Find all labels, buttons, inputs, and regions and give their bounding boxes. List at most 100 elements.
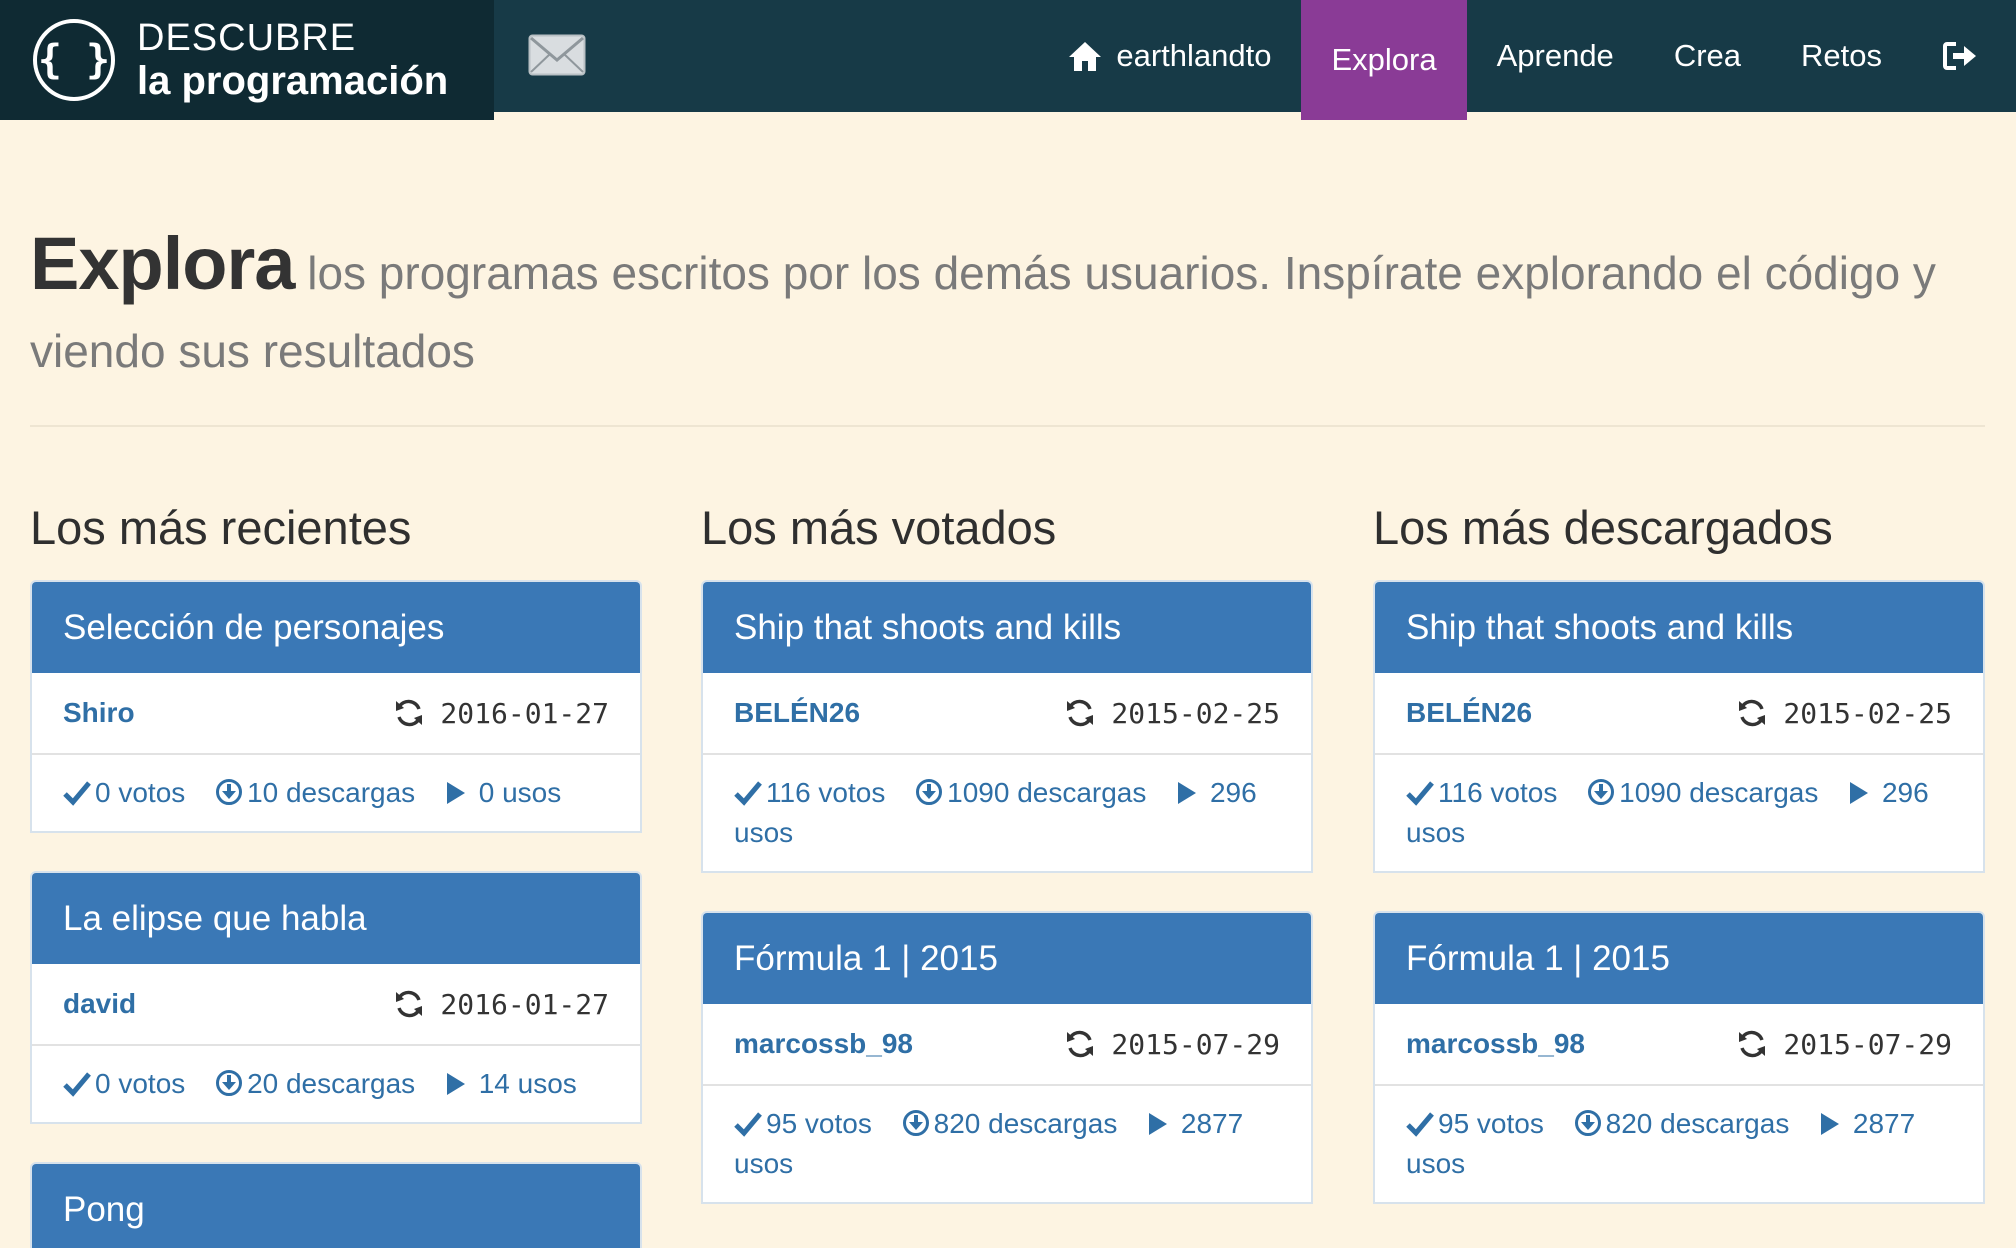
check-icon (1406, 781, 1434, 806)
column-1: Los más votados Ship that shoots and kill… (701, 500, 1313, 1242)
card-meta: BELÉN26 2015-02-25 (1375, 673, 1983, 755)
date-text: 2016-01-27 (440, 696, 609, 730)
check-icon (63, 781, 91, 806)
card-stats: 116 votos 1090 descargas 296 usos (703, 755, 1311, 871)
author-link[interactable]: Shiro (63, 697, 135, 729)
uses-stat: 0 usos (445, 777, 561, 808)
votes-stat: 116 votos (734, 777, 885, 808)
program-card: Ship that shoots and kills BELÉN26 2015-02… (701, 580, 1313, 873)
refresh-icon (1067, 1030, 1094, 1058)
check-icon (734, 1112, 762, 1137)
votes-stat: 95 votos (1406, 1108, 1544, 1139)
download-circle-icon (1574, 1110, 1601, 1136)
date-text: 2015-07-29 (1111, 1027, 1280, 1061)
program-title-link[interactable]: Fórmula 1 | 2015 (1375, 913, 1983, 1004)
nav-item-retos[interactable]: Retos (1771, 0, 1912, 112)
play-icon (1821, 1113, 1840, 1135)
program-title-link[interactable]: Fórmula 1 | 2015 (703, 913, 1311, 1004)
uses-text: 14 usos (478, 1068, 577, 1099)
author-link[interactable]: david (63, 988, 136, 1020)
check-icon (63, 1072, 91, 1097)
votes-text: 0 votos (95, 777, 186, 808)
mail-icon[interactable] (528, 34, 586, 76)
downloads-stat: 10 descargas (215, 777, 415, 808)
column-heading: Los más recientes (30, 501, 412, 554)
card-stats: 95 votos 820 descargas 2877 usos (703, 1086, 1311, 1202)
card-meta: marcossb_98 2015-07-29 (703, 1004, 1311, 1086)
downloads-text: 10 descargas (247, 777, 416, 808)
card-stats: 0 votos 20 descargas 14 usos (32, 1046, 640, 1122)
date-text: 2015-07-29 (1783, 1027, 1952, 1061)
column-heading: Los más votados (701, 501, 1057, 554)
nav-item-crea[interactable]: Crea (1644, 0, 1771, 112)
column-heading: Los más descargados (1373, 501, 1833, 554)
votes-text: 116 votos (1438, 777, 1558, 808)
author-link[interactable]: marcossb_98 (734, 1028, 913, 1060)
program-title-link[interactable]: La elipse que habla (32, 873, 640, 964)
votes-text: 116 votos (766, 777, 886, 808)
card-stats: 95 votos 820 descargas 2877 usos (1375, 1086, 1983, 1202)
date-text: 2016-01-27 (440, 987, 609, 1021)
downloads-text: 20 descargas (247, 1068, 416, 1099)
header-divider (30, 425, 1985, 427)
downloads-text: 1090 descargas (947, 777, 1147, 808)
refresh-icon (1739, 1030, 1766, 1058)
votes-text: 0 votos (95, 1068, 186, 1099)
nav-item-explora[interactable]: Explora (1301, 0, 1467, 120)
program-title-link[interactable]: Pong (32, 1164, 640, 1248)
author-link[interactable]: marcossb_98 (1406, 1028, 1585, 1060)
brand-logo-link[interactable]: { } DESCUBRE la programación (0, 0, 494, 120)
updated-date: 2016-01-27 (394, 988, 609, 1021)
column-0: Los más recientes Selección de personajes… (30, 500, 642, 1248)
card-stats: 116 votos 1090 descargas 296 usos (1375, 755, 1983, 871)
program-title-link[interactable]: Ship that shoots and kills (1375, 582, 1983, 673)
page-title-line: Explora los programas escritos por los d… (30, 225, 1985, 390)
download-circle-icon (216, 779, 243, 805)
refresh-icon (396, 699, 423, 727)
play-icon (446, 782, 465, 804)
program-title-link[interactable]: Selección de personajes (32, 582, 640, 673)
download-circle-icon (916, 779, 943, 805)
nav-user-home[interactable]: earthlandto (1038, 0, 1301, 112)
updated-date: 2015-07-29 (1065, 1028, 1280, 1061)
play-icon (1149, 1113, 1168, 1135)
updated-date: 2016-01-27 (394, 697, 609, 730)
nav-item-aprende[interactable]: Aprende (1467, 0, 1644, 112)
top-navbar: { } DESCUBRE la programación earthlandto… (0, 0, 2016, 120)
downloads-text: 1090 descargas (1619, 777, 1819, 808)
logout-button[interactable] (1912, 0, 2016, 112)
votes-stat: 116 votos (1406, 777, 1557, 808)
download-circle-icon (1588, 779, 1615, 805)
check-icon (734, 781, 762, 806)
download-circle-icon (902, 1110, 929, 1136)
program-card: Ship that shoots and kills BELÉN26 2015-02… (1373, 580, 1985, 873)
votes-stat: 95 votos (734, 1108, 872, 1139)
brand-text: DESCUBRE la programación (137, 19, 448, 101)
downloads-text: 820 descargas (1605, 1108, 1790, 1139)
card-meta: marcossb_98 2015-07-29 (1375, 1004, 1983, 1086)
page-header: Explora los programas escritos por los d… (30, 225, 1985, 390)
updated-date: 2015-02-25 (1065, 697, 1280, 730)
downloads-stat: 1090 descargas (1587, 777, 1818, 808)
play-icon (446, 1073, 465, 1095)
column-2: Los más descargados Ship that shoots and … (1373, 500, 1985, 1242)
brand-line2: la programación (137, 59, 449, 103)
download-circle-icon (216, 1070, 243, 1096)
refresh-icon (1067, 699, 1094, 727)
card-meta: Shiro 2016-01-27 (32, 673, 640, 755)
program-card: Fórmula 1 | 2015 marcossb_98 2015-07-29 95 … (1373, 911, 1985, 1204)
program-card: Fórmula 1 | 2015 marcossb_98 2015-07-29 95 … (701, 911, 1313, 1204)
date-text: 2015-02-25 (1783, 696, 1952, 730)
uses-stat: 14 usos (445, 1068, 577, 1099)
play-icon (1178, 782, 1197, 804)
program-title-link[interactable]: Ship that shoots and kills (703, 582, 1311, 673)
author-link[interactable]: BELÉN26 (1406, 697, 1532, 729)
author-link[interactable]: BELÉN26 (734, 697, 860, 729)
braces-logo-icon: { } (33, 19, 115, 101)
uses-text: 0 usos (478, 777, 562, 808)
card-meta: BELÉN26 2015-02-25 (703, 673, 1311, 755)
refresh-icon (1739, 699, 1766, 727)
play-icon (1850, 782, 1869, 804)
home-icon (1069, 42, 1102, 71)
card-meta: david 2016-01-27 (32, 964, 640, 1046)
